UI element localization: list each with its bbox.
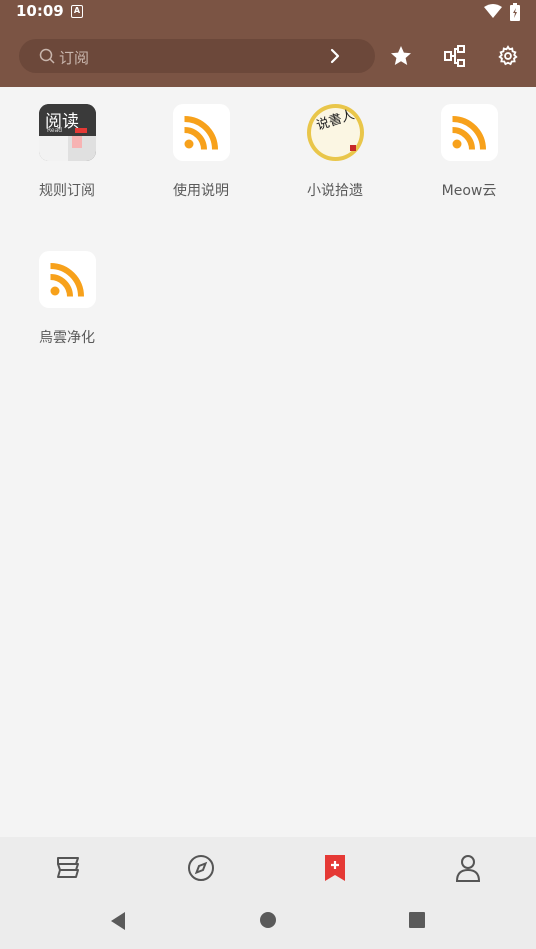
rule-tree-icon[interactable] bbox=[440, 41, 470, 71]
system-nav-bar bbox=[0, 899, 536, 949]
search-placeholder: 订阅 bbox=[59, 49, 90, 67]
logo-text-sub: Read bbox=[47, 127, 63, 134]
bookshelf-icon[interactable] bbox=[51, 851, 85, 885]
back-icon[interactable] bbox=[108, 911, 128, 931]
subscription-item[interactable]: 说書人 小说拾遗 bbox=[268, 87, 402, 227]
subscription-label: 规则订阅 bbox=[39, 183, 95, 199]
subscription-label: 烏雲净化 bbox=[39, 330, 95, 346]
status-bar: 10:09 A bbox=[0, 0, 536, 24]
bottom-nav bbox=[0, 837, 536, 899]
profile-user-icon[interactable] bbox=[451, 851, 485, 885]
rss-icon bbox=[441, 104, 498, 161]
settings-gear-icon[interactable] bbox=[493, 41, 523, 71]
subscription-item[interactable]: 烏雲净化 bbox=[0, 234, 134, 374]
app-logo-icon: 阅读 Read bbox=[39, 104, 96, 161]
battery-icon bbox=[510, 3, 520, 21]
subscription-label: Meow云 bbox=[441, 183, 497, 199]
search-input[interactable]: 订阅 bbox=[19, 39, 375, 73]
status-time: 10:09 bbox=[16, 2, 64, 20]
subscription-label: 使用说明 bbox=[173, 183, 229, 199]
chevron-right-icon[interactable] bbox=[329, 47, 341, 65]
discover-compass-icon[interactable] bbox=[184, 851, 218, 885]
rss-icon bbox=[173, 104, 230, 161]
recents-icon[interactable] bbox=[408, 911, 426, 929]
subscription-bookmark-icon[interactable] bbox=[318, 851, 352, 885]
rss-icon bbox=[39, 251, 96, 308]
wifi-icon bbox=[484, 4, 502, 18]
novel-seal-icon: 说書人 bbox=[307, 104, 364, 161]
home-icon[interactable] bbox=[259, 911, 277, 929]
subscription-item[interactable]: 使用说明 bbox=[134, 87, 268, 227]
subscription-item[interactable]: 阅读 Read 规则订阅 bbox=[0, 87, 134, 227]
notification-badge-icon: A bbox=[71, 5, 83, 18]
subscription-label: 小说拾遗 bbox=[307, 183, 363, 199]
top-toolbar: 订阅 bbox=[0, 24, 536, 87]
search-icon bbox=[39, 48, 55, 64]
star-icon[interactable] bbox=[386, 41, 416, 71]
subscription-item[interactable]: Meow云 bbox=[402, 87, 536, 227]
